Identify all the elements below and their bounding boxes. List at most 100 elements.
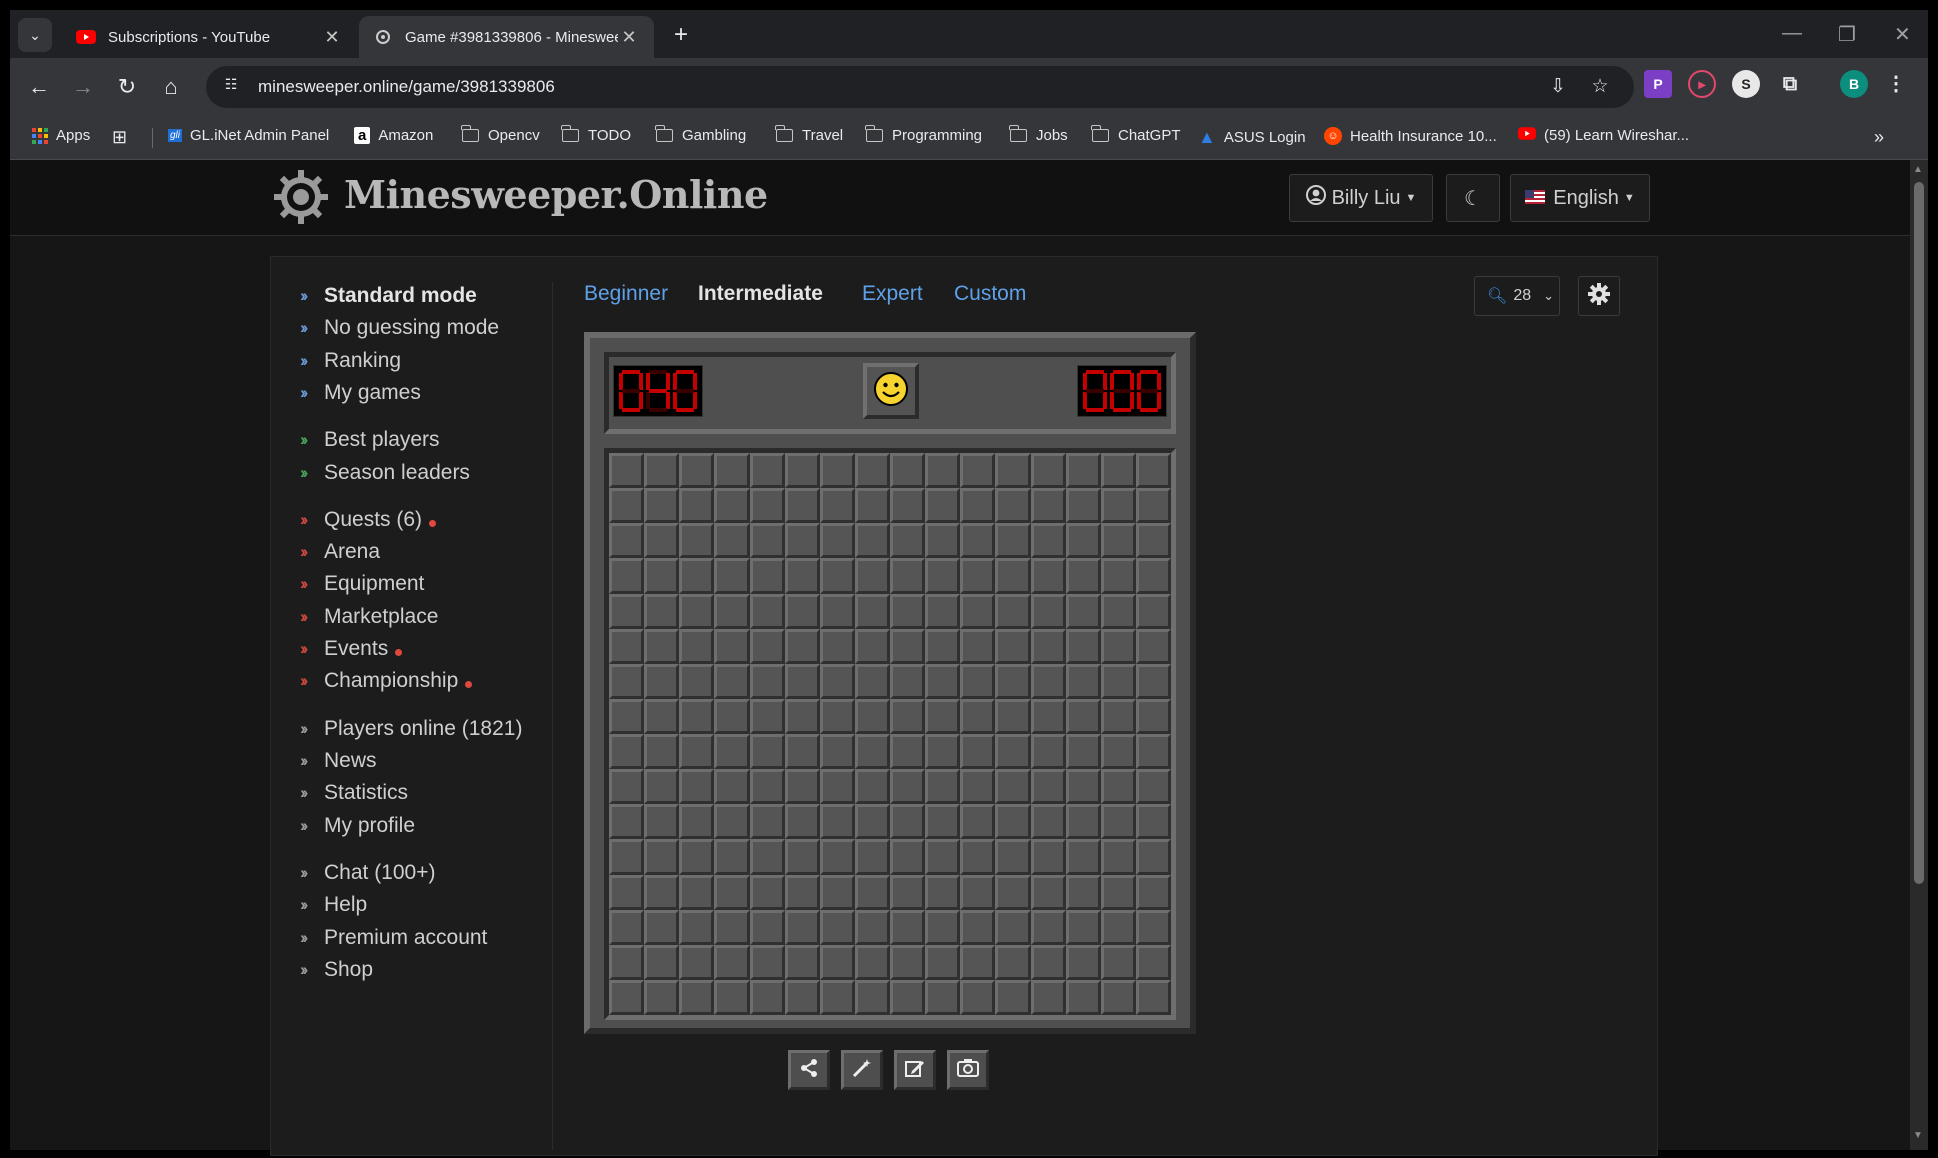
board-cell[interactable] xyxy=(960,839,996,875)
board-cell[interactable] xyxy=(609,909,645,945)
board-cell[interactable] xyxy=(1030,488,1066,524)
board-cell[interactable] xyxy=(854,944,890,980)
bookmark-wireshark[interactable]: (59) Learn Wireshar... xyxy=(1518,127,1689,144)
board-cell[interactable] xyxy=(854,734,890,770)
forward-icon[interactable]: → xyxy=(68,72,98,102)
board-cell[interactable] xyxy=(995,558,1031,594)
board-cell[interactable] xyxy=(749,488,785,524)
board-cell[interactable] xyxy=(1135,558,1171,594)
board-cell[interactable] xyxy=(1135,769,1171,805)
board-cell[interactable] xyxy=(679,804,715,840)
logo-gear-icon[interactable] xyxy=(272,168,330,226)
board-cell[interactable] xyxy=(819,944,855,980)
menu-quests[interactable]: ›› Quests (6) xyxy=(300,508,437,532)
board-cell[interactable] xyxy=(1135,874,1171,910)
bookmark-todo[interactable]: TODO xyxy=(561,125,631,144)
board-cell[interactable] xyxy=(1065,698,1101,734)
board-cell[interactable] xyxy=(714,663,750,699)
board-cell[interactable] xyxy=(890,628,926,664)
board-cell[interactable] xyxy=(1030,979,1066,1015)
menu-marketplace[interactable]: ›› Marketplace xyxy=(300,605,438,629)
board-cell[interactable] xyxy=(1030,628,1066,664)
menu-events[interactable]: ›› Events xyxy=(300,637,403,661)
bookmark-amazon[interactable]: a Amazon xyxy=(354,127,433,144)
extensions-puzzle-icon[interactable]: ⧉ xyxy=(1776,70,1804,98)
board-cell[interactable] xyxy=(925,488,961,524)
board-cell[interactable] xyxy=(714,839,750,875)
board-cell[interactable] xyxy=(1030,698,1066,734)
minimize-icon[interactable]: — xyxy=(1782,22,1802,45)
board-cell[interactable] xyxy=(749,839,785,875)
board-cell[interactable] xyxy=(960,558,996,594)
board-cell[interactable] xyxy=(1135,734,1171,770)
board-cell[interactable] xyxy=(1100,804,1136,840)
board-cell[interactable] xyxy=(714,593,750,629)
board-cell[interactable] xyxy=(609,769,645,805)
menu-ranking[interactable]: ›› Ranking xyxy=(300,349,401,373)
board-cell[interactable] xyxy=(854,663,890,699)
bookmark-opencv[interactable]: Opencv xyxy=(461,125,540,144)
board-cell[interactable] xyxy=(714,523,750,559)
board-cell[interactable] xyxy=(995,769,1031,805)
board-cell[interactable] xyxy=(644,488,680,524)
board-cell[interactable] xyxy=(609,593,645,629)
board-cell[interactable] xyxy=(1065,839,1101,875)
board-cell[interactable] xyxy=(1030,734,1066,770)
board-cell[interactable] xyxy=(819,663,855,699)
level-beginner[interactable]: Beginner xyxy=(584,282,668,306)
board-cell[interactable] xyxy=(925,523,961,559)
board-cell[interactable] xyxy=(714,734,750,770)
board-cell[interactable] xyxy=(679,593,715,629)
board-cell[interactable] xyxy=(854,804,890,840)
board-cell[interactable] xyxy=(960,804,996,840)
board-cell[interactable] xyxy=(890,593,926,629)
board-cell[interactable] xyxy=(679,839,715,875)
board-cell[interactable] xyxy=(1100,909,1136,945)
board-cell[interactable] xyxy=(1030,804,1066,840)
board-cell[interactable] xyxy=(890,874,926,910)
board-cell[interactable] xyxy=(784,628,820,664)
menu-help[interactable]: ›› Help xyxy=(300,893,367,917)
board-cell[interactable] xyxy=(854,523,890,559)
board-cell[interactable] xyxy=(714,909,750,945)
board-cell[interactable] xyxy=(784,734,820,770)
menu-shop[interactable]: ›› Shop xyxy=(300,958,373,982)
board-cell[interactable] xyxy=(644,909,680,945)
board-cell[interactable] xyxy=(784,874,820,910)
board-cell[interactable] xyxy=(784,944,820,980)
board-cell[interactable] xyxy=(714,979,750,1015)
board-cell[interactable] xyxy=(1100,979,1136,1015)
board-cell[interactable] xyxy=(1135,909,1171,945)
menu-statistics[interactable]: ›› Statistics xyxy=(300,781,408,805)
board-cell[interactable] xyxy=(679,874,715,910)
tab-youtube[interactable]: Subscriptions - YouTube ✕ xyxy=(62,16,357,58)
bookmark-jobs[interactable]: Jobs xyxy=(1009,125,1068,144)
board-cell[interactable] xyxy=(1135,593,1171,629)
board-cell[interactable] xyxy=(644,558,680,594)
board-cell[interactable] xyxy=(679,663,715,699)
new-tab-button[interactable]: + xyxy=(665,20,697,52)
menu-premium-account[interactable]: ›› Premium account xyxy=(300,926,487,950)
board-cell[interactable] xyxy=(1135,523,1171,559)
board-cell[interactable] xyxy=(784,453,820,489)
board-cell[interactable] xyxy=(1030,558,1066,594)
board-cell[interactable] xyxy=(784,698,820,734)
board-cell[interactable] xyxy=(1030,453,1066,489)
board-cell[interactable] xyxy=(890,909,926,945)
board-cell[interactable] xyxy=(995,804,1031,840)
board-cell[interactable] xyxy=(1065,804,1101,840)
board-cell[interactable] xyxy=(960,979,996,1015)
board-cell[interactable] xyxy=(925,944,961,980)
board-cell[interactable] xyxy=(995,698,1031,734)
magic-wand-button[interactable] xyxy=(841,1050,883,1090)
level-expert[interactable]: Expert xyxy=(862,282,923,306)
menu-equipment[interactable]: ›› Equipment xyxy=(300,572,424,596)
board-cell[interactable] xyxy=(679,734,715,770)
close-tab-icon[interactable]: ✕ xyxy=(321,27,343,48)
board-cell[interactable] xyxy=(714,488,750,524)
board-cell[interactable] xyxy=(679,698,715,734)
board-cell[interactable] xyxy=(890,734,926,770)
board-cell[interactable] xyxy=(819,979,855,1015)
game-settings-button[interactable] xyxy=(1578,276,1620,316)
board-cell[interactable] xyxy=(679,628,715,664)
